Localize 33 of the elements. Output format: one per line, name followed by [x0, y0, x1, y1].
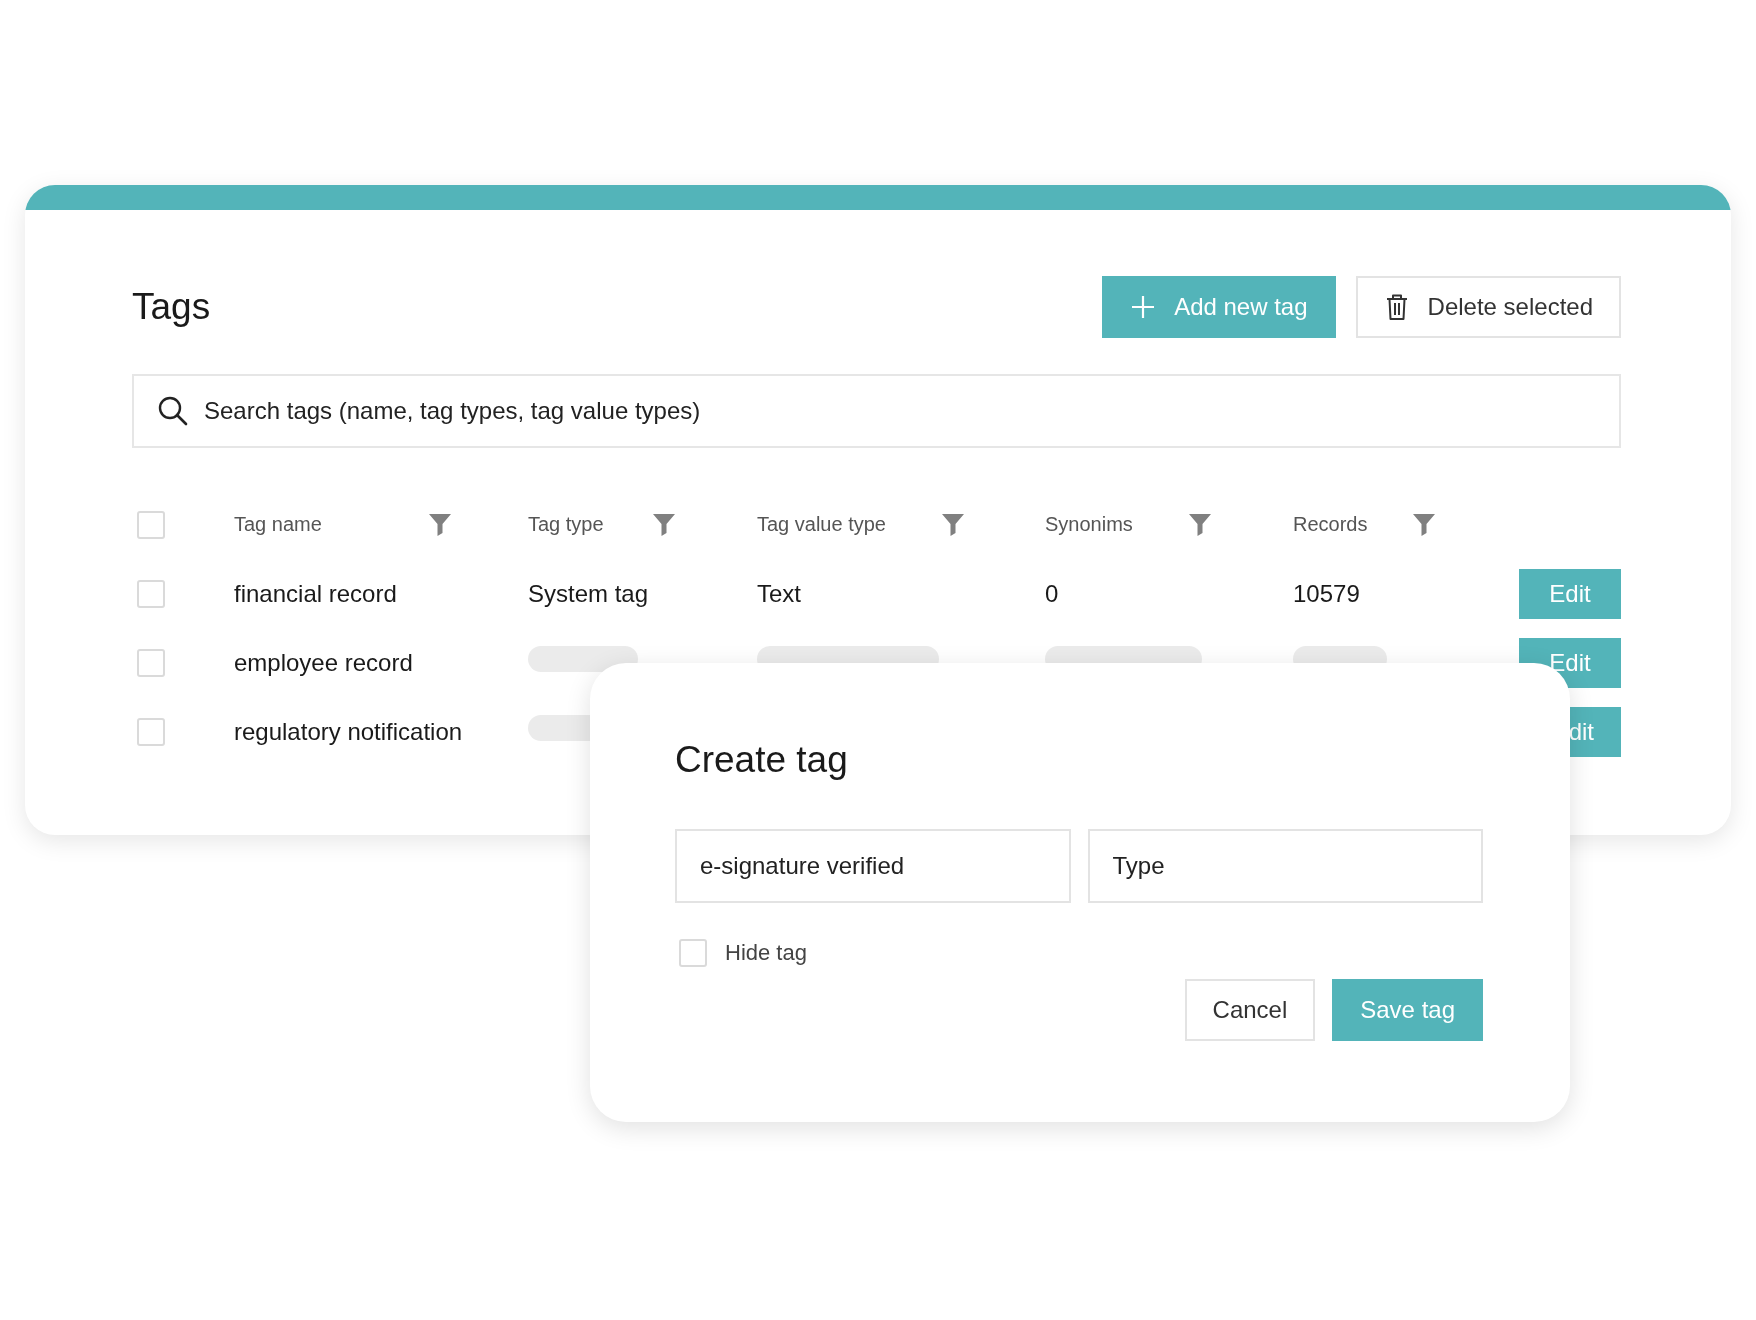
checkbox[interactable] — [137, 717, 165, 746]
search-input[interactable]: Search tags (name, tag types, tag value types) — [202, 396, 1595, 426]
tag-name: employee record — [234, 648, 413, 677]
filter-icon — [428, 512, 452, 537]
search-field[interactable]: Search tags (name, tag types, tag value types) — [132, 374, 1621, 448]
page-title: Tags — [132, 286, 212, 328]
column-header[interactable]: Records — [1293, 512, 1436, 537]
checkbox-label: Hide tag — [725, 940, 807, 966]
tag-name: regulatory notification — [234, 717, 463, 746]
filter-icon — [1188, 512, 1212, 537]
filter-icon — [1412, 512, 1436, 537]
checkbox[interactable] — [137, 648, 165, 677]
column-header[interactable]: Synonims — [1045, 512, 1212, 537]
table-cell: System tag — [528, 579, 649, 608]
dialog-title: Create tag — [675, 738, 849, 782]
table-cell: 0 — [1045, 579, 1059, 608]
delete-button[interactable]: Delete selected — [1355, 276, 1621, 338]
column-header[interactable]: Tag name — [234, 512, 452, 537]
filter-icon — [941, 512, 965, 537]
checkbox[interactable] — [137, 510, 165, 539]
checkbox[interactable] — [137, 579, 165, 608]
tag-name: financial record — [234, 579, 397, 608]
plus-icon — [1130, 294, 1157, 320]
table-cell: Text — [757, 579, 801, 608]
type-field[interactable]: Type — [1087, 829, 1483, 903]
name-field[interactable]: e-signature verified — [675, 829, 1071, 903]
table-cell: 10579 — [1293, 579, 1360, 608]
column-header[interactable]: Tag value type — [757, 512, 965, 537]
cancel-button[interactable]: Cancel — [1184, 979, 1316, 1041]
search-icon — [158, 396, 188, 426]
filter-icon — [652, 512, 676, 537]
column-header[interactable]: Tag type — [528, 512, 676, 537]
checkbox[interactable] — [679, 939, 707, 967]
